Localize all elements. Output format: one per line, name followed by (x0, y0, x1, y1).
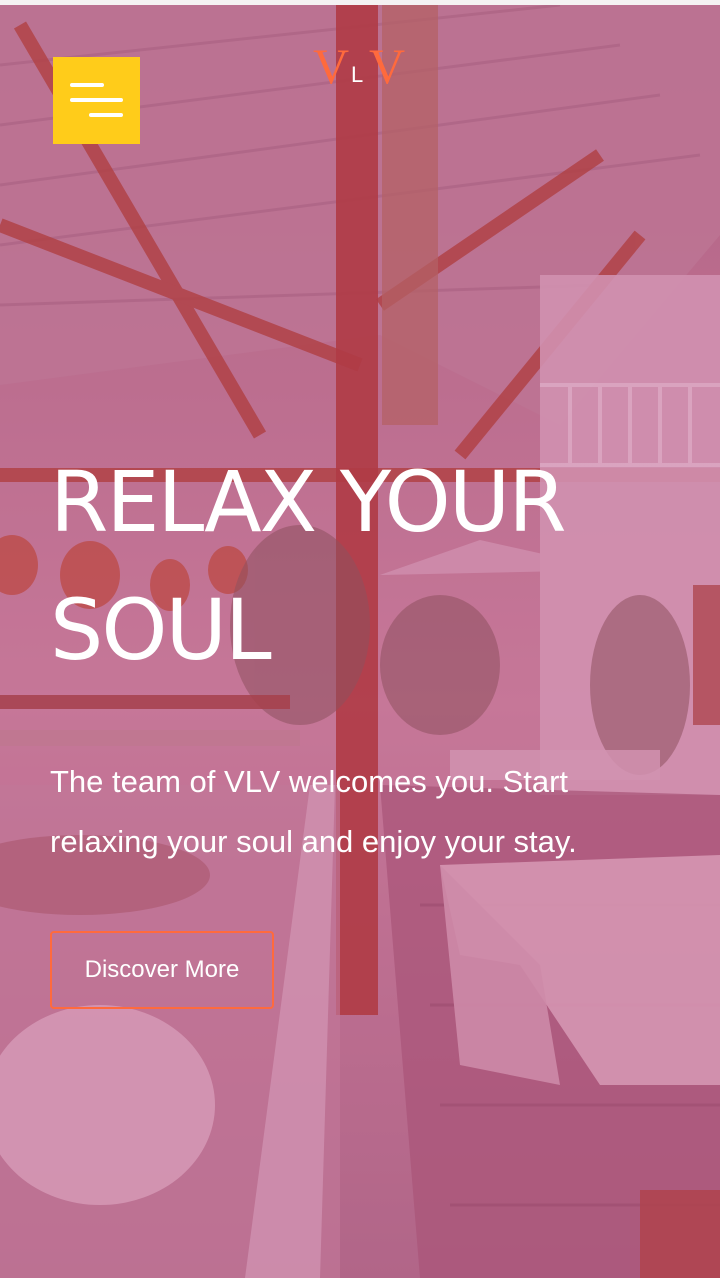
home-screen: V L V RELAX YOUR SOUL The team of VLV we… (0, 0, 720, 1278)
site-logo[interactable]: V L V (313, 38, 409, 94)
hamburger-menu-button[interactable] (53, 57, 140, 144)
discover-more-button[interactable]: Discover More (50, 931, 274, 1009)
top-divider (0, 0, 720, 5)
logo-letter-left: V (313, 38, 350, 94)
menu-bar-middle (70, 98, 123, 102)
logo-letter-middle: L (351, 62, 364, 87)
logo-letter-right: V (369, 38, 406, 94)
menu-bar-top (70, 83, 104, 87)
menu-bar-bottom (89, 113, 123, 117)
hero-headline: RELAX YOUR SOUL (50, 418, 690, 714)
hero-subtitle: The team of VLV welcomes you. Start rela… (50, 764, 577, 859)
